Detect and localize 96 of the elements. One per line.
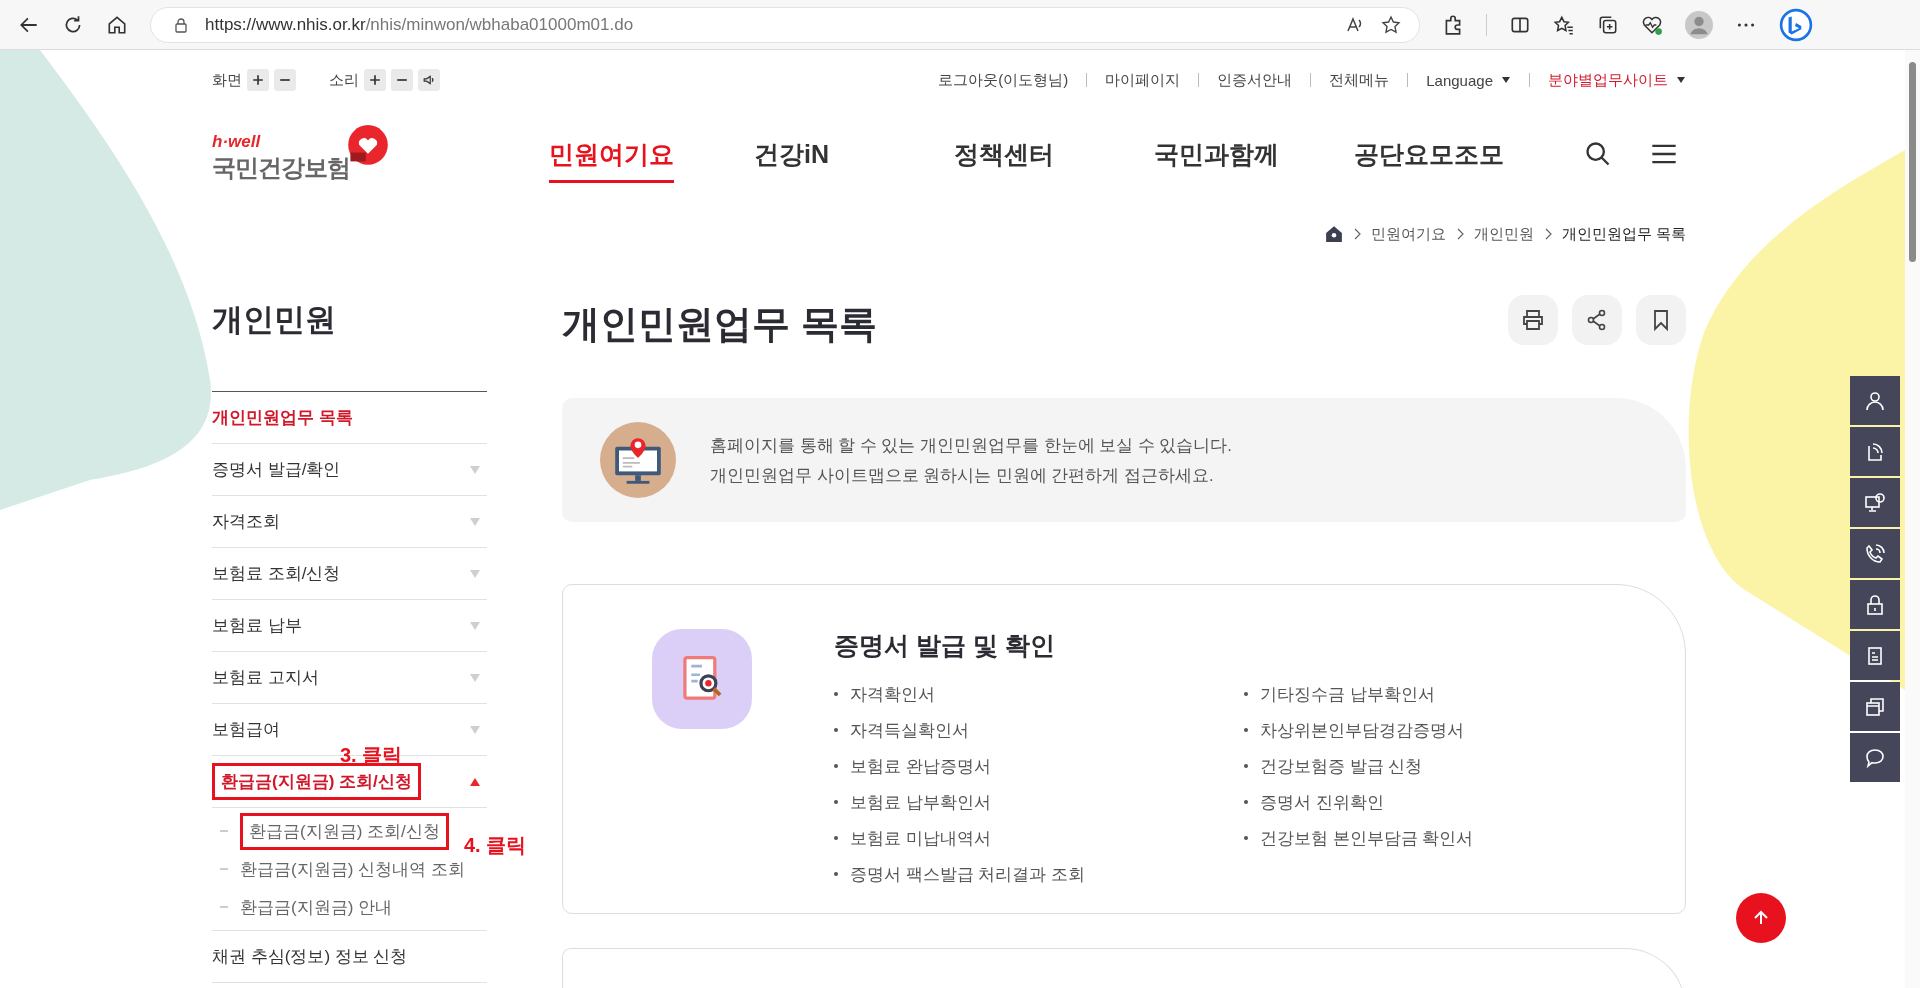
top-link[interactable]: 로그아웃(이도형님) [938, 70, 1069, 90]
speaker-icon [423, 74, 435, 86]
nav-tab[interactable]: 공단요모조모 [1354, 125, 1554, 183]
breadcrumb-link[interactable]: 개인민원 [1473, 224, 1534, 244]
volume-up-button[interactable] [364, 69, 386, 91]
quick-menu-button[interactable] [1850, 478, 1900, 527]
card-title: 증명서 발급 및 확인 [834, 630, 1056, 661]
top-link[interactable]: 인증서안내 [1217, 70, 1293, 90]
service-link[interactable]: 보험료 미납내역서 [850, 826, 991, 850]
top-link[interactable]: 분야별업무사이트 [1548, 70, 1668, 90]
breadcrumb-link[interactable]: 개인민원업무 목록 [1561, 224, 1686, 244]
address-bar[interactable]: https://www.nhis.or.kr/nhis/minwon/wbhaba01000m01.do [150, 6, 1420, 43]
screen-zoom-label: 화면 [212, 70, 242, 90]
sidebar-item[interactable]: 보험료 조회/신청 [212, 548, 487, 600]
top-link[interactable]: 마이페이지 [1105, 70, 1181, 90]
service-link[interactable]: 보험료 납부확인서 [850, 790, 991, 814]
plus-icon [252, 74, 264, 86]
windows-icon [1863, 695, 1887, 719]
logo-name: 국민건강보험 [212, 153, 350, 183]
logo-tagline: h·well [212, 132, 262, 152]
breadcrumb-link[interactable]: 민원여기요 [1370, 224, 1446, 244]
volume-down-button[interactable] [391, 69, 413, 91]
share-button[interactable] [1572, 294, 1622, 345]
printer-icon [1521, 307, 1545, 332]
chevron-icon [1455, 228, 1464, 240]
service-link[interactable]: 기타징수금 납부확인서 [1260, 682, 1435, 706]
sidebar-item-label: 채권 추심(정보) 정보 신청 [212, 946, 408, 968]
nav-tab[interactable]: 정책센터 [954, 125, 1154, 183]
nav-tab[interactable]: 민원여기요 [549, 125, 674, 183]
submenu-label: 환급금(지원금) 안내 [240, 896, 393, 919]
quick-menu-button[interactable] [1850, 376, 1900, 425]
sidebar-item-label: 환급금(지원금) 조회/신청 [212, 763, 421, 800]
heart-logo-icon [346, 124, 390, 168]
scroll-to-top-button[interactable] [1736, 893, 1786, 943]
sidebar-item[interactable]: 보험료 고지서 [212, 652, 487, 704]
search-icon[interactable] [1584, 140, 1612, 168]
sidebar-item[interactable]: 채권 추심(정보) 정보 신청 [212, 931, 487, 983]
chevron-icon [1352, 228, 1361, 240]
page-title: 개인민원업무 목록 [562, 302, 877, 347]
sidebar-item-label: 보험료 조회/신청 [212, 563, 341, 585]
speaker-button[interactable] [418, 69, 440, 91]
copilot-icon[interactable] [1779, 7, 1813, 42]
sidebar-item-label: 보험급여 [212, 719, 280, 741]
quick-menu-button[interactable] [1850, 682, 1900, 731]
profile-avatar-icon[interactable] [1685, 10, 1713, 39]
favorites-icon[interactable] [1553, 13, 1575, 36]
bookmark-button[interactable] [1636, 294, 1686, 345]
phone-call-icon [1863, 542, 1887, 566]
star-icon[interactable] [1381, 14, 1401, 35]
speech-bubble-icon [1863, 746, 1887, 770]
service-link[interactable]: 건강보험 본인부담금 확인서 [1260, 826, 1474, 850]
submenu-label: 환급금(지원금) 신청내역 조회 [240, 858, 465, 881]
nav-tab[interactable]: 건강iN [754, 125, 954, 183]
sidebar-item-label: 보험료 납부 [212, 615, 302, 637]
print-button[interactable] [1508, 294, 1558, 345]
scrollbar[interactable] [1905, 50, 1920, 988]
sidebar-title: 개인민원 [212, 301, 337, 339]
monitor-pin-icon [600, 422, 676, 498]
sidebar-item[interactable]: 보험료 납부 [212, 600, 487, 652]
sidebar-item-label: 증명서 발급/확인 [212, 459, 341, 481]
home-icon[interactable] [1324, 225, 1343, 243]
sidebar-item-label: 자격조회 [212, 511, 280, 533]
sidebar-item[interactable]: 증명서 발급/확인 [212, 444, 487, 496]
annotation-label: 4. 클릭 [464, 833, 527, 858]
monitor-chat-icon [1863, 491, 1887, 515]
plus-icon [369, 74, 381, 86]
service-link[interactable]: 건강보험증 발급 신청 [1260, 754, 1423, 778]
nav-tab[interactable]: 국민과함께 [1154, 125, 1354, 183]
service-link[interactable]: 자격확인서 [850, 682, 935, 706]
quick-menu-button[interactable] [1850, 733, 1900, 782]
person-icon [1863, 389, 1887, 413]
info-text: 홈페이지를 통해 할 수 있는 개인민원업무를 한눈에 보실 수 있습니다. [710, 435, 1232, 456]
service-link[interactable]: 보험료 완납증명서 [850, 754, 991, 778]
quick-menu-button[interactable] [1850, 529, 1900, 578]
submenu-item[interactable]: 환급금(지원금) 안내 [212, 888, 393, 926]
sidebar-item[interactable]: 자격조회 [212, 496, 487, 548]
zoom-out-button[interactable] [274, 69, 296, 91]
submenu-item[interactable]: 환급금(지원금) 신청내역 조회 [212, 850, 465, 888]
sidebar-item-label: 개인민원업무 목록 [212, 407, 353, 429]
top-link[interactable]: 전체메뉴 [1329, 70, 1390, 90]
sound-label: 소리 [329, 70, 359, 90]
sidebar-item[interactable]: 개인민원업무 목록 [212, 392, 487, 444]
chevron-icon [1543, 228, 1552, 240]
quick-menu-button[interactable] [1850, 580, 1900, 629]
service-link[interactable]: 증명서 팩스발급 처리결과 조회 [850, 862, 1086, 886]
top-link[interactable]: Language [1426, 71, 1493, 89]
zoom-in-button[interactable] [247, 69, 269, 91]
quick-menu-button[interactable] [1850, 427, 1900, 476]
quick-menu-button[interactable] [1850, 631, 1900, 680]
service-link[interactable]: 차상위본인부담경감증명서 [1260, 718, 1464, 742]
info-text: 개인민원업무 사이트맵으로 원하시는 민원에 간편하게 접근하세요. [710, 465, 1215, 486]
service-link[interactable]: 증명서 진위확인 [1260, 790, 1384, 814]
sidebar-item-label: 보험료 고지서 [212, 667, 319, 689]
lock-icon [173, 16, 189, 33]
document-search-icon [652, 629, 752, 729]
service-link[interactable]: 자격득실확인서 [850, 718, 969, 742]
